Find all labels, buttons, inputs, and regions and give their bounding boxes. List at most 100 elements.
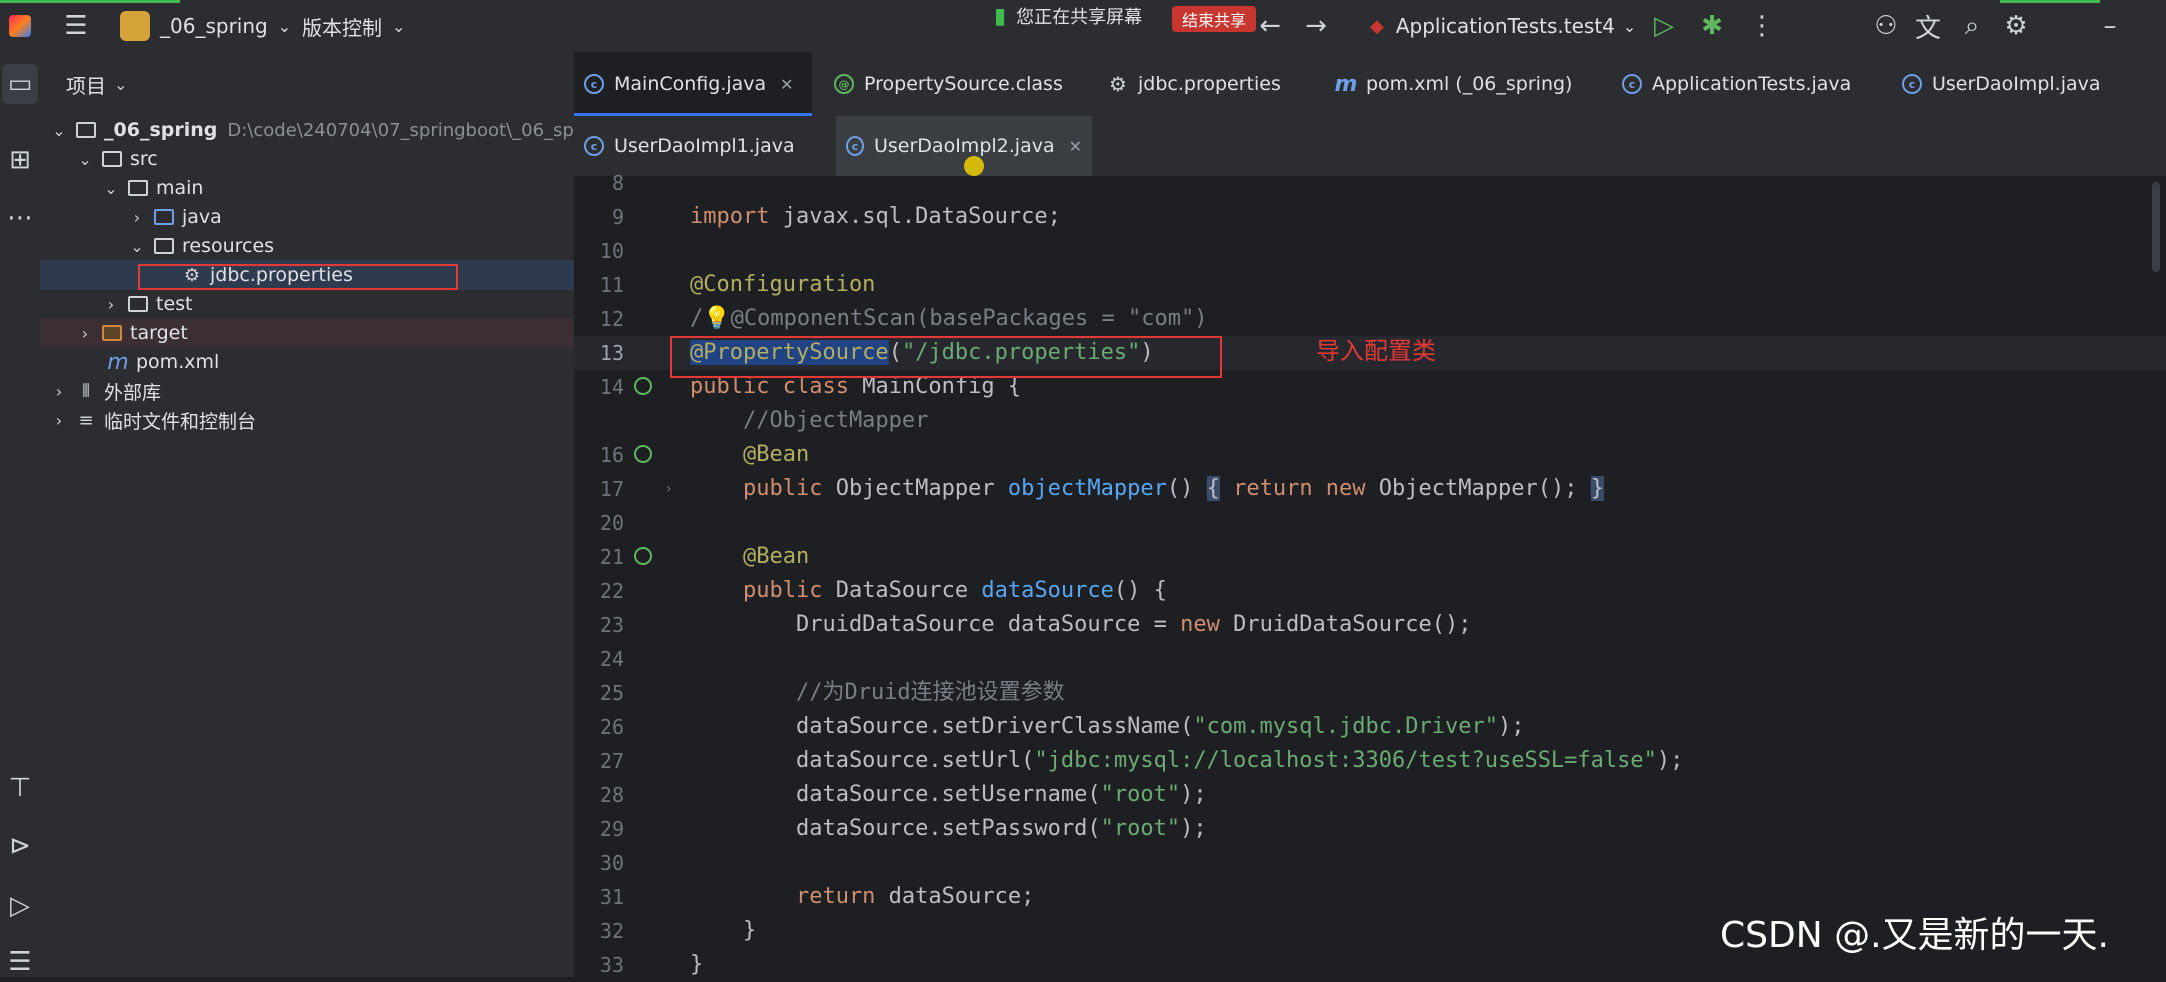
maven-icon: m — [1334, 71, 1358, 97]
code-line: 8 — [611, 171, 624, 195]
test-config-icon: ◆ — [1370, 15, 1384, 37]
more-tools-icon[interactable]: ⋯ — [0, 198, 40, 238]
editor-tabs-row-1: c MainConfig.java ✕ @ PropertySource.cla… — [574, 52, 2166, 116]
tab-jdbc-properties[interactable]: ⚙ jdbc.properties — [1098, 52, 1308, 116]
tab-mainconfig-java[interactable]: c MainConfig.java ✕ — [574, 52, 812, 116]
tab-userdaoimpl-java[interactable]: c UserDaoImpl.java — [1892, 52, 2152, 116]
chevron-down-icon[interactable]: ⌄ — [76, 150, 94, 169]
screen-share-status: ▮ 您正在共享屏幕 — [994, 3, 1143, 29]
module-icon — [74, 120, 98, 140]
close-icon[interactable]: ✕ — [780, 75, 793, 94]
class-icon: c — [846, 136, 864, 156]
services-tool-icon[interactable]: ⊳ — [0, 826, 40, 866]
tab-propertysource-class[interactable]: @ PropertySource.class — [824, 52, 1084, 116]
chevron-right-icon[interactable]: › — [102, 295, 120, 314]
back-icon[interactable]: ← — [1250, 0, 1290, 52]
tree-item-src[interactable]: ⌄ src — [40, 144, 574, 174]
vertical-scrollbar[interactable] — [2152, 182, 2160, 272]
chevron-right-icon[interactable]: › — [50, 382, 68, 401]
source-folder-icon — [152, 207, 176, 227]
tree-item-test[interactable]: › test — [40, 289, 574, 319]
class-icon: c — [584, 136, 604, 156]
code-line: 23 DruidDataSource dataSource = new Drui… — [599, 612, 1472, 637]
spring-bean-gutter-icon[interactable] — [634, 547, 656, 569]
minimize-icon[interactable]: – — [2090, 0, 2130, 52]
code-line: 22 public DataSource dataSource() { — [599, 578, 1167, 603]
code-line: 27 dataSource.setUrl("jdbc:mysql://local… — [599, 748, 1684, 773]
lightbulb-icon[interactable]: 💡 — [703, 306, 730, 331]
annotation-label: 导入配置类 — [1316, 337, 1436, 365]
settings-file-icon: ⚙ — [1109, 72, 1127, 96]
more-icon[interactable]: ⋮ — [1742, 0, 1782, 52]
highlight-box-property-source — [670, 336, 1222, 378]
folder-icon — [100, 149, 124, 169]
project-tool-icon[interactable]: ▭ — [2, 64, 38, 104]
settings-icon[interactable]: ⚙ — [1996, 0, 2036, 52]
code-line: 11 @Configuration — [599, 272, 876, 297]
library-icon: ⫴ — [82, 380, 90, 402]
run-config-selector[interactable]: ◆ ApplicationTests.test4 ⌄ — [1370, 0, 1636, 52]
editor-area: c MainConfig.java ✕ @ PropertySource.cla… — [574, 52, 2166, 977]
chevron-down-icon[interactable]: ⌄ — [102, 179, 120, 198]
class-icon: c — [1622, 74, 1642, 94]
scratches-icon: ≡ — [78, 409, 94, 431]
spring-bean-gutter-icon[interactable] — [634, 377, 656, 399]
search-icon[interactable]: ⌕ — [1952, 0, 1992, 52]
run-tool-icon[interactable]: ▷ — [0, 886, 40, 926]
tree-item-label: _06_spring — [104, 119, 218, 141]
vcs-menu[interactable]: 版本控制 ⌄ — [302, 0, 405, 52]
code-line: 9 import javax.sql.DataSource; — [611, 204, 1061, 229]
chevron-down-icon[interactable]: ⌄ — [50, 121, 68, 140]
tree-item-pom-xml[interactable]: m pom.xml — [40, 347, 574, 377]
tab-pom-xml[interactable]: m pom.xml (_06_spring) — [1326, 52, 1586, 116]
tree-item-main[interactable]: ⌄ main — [40, 173, 574, 203]
tree-item-target[interactable]: › target — [40, 318, 574, 348]
hamburger-icon[interactable]: ☰ — [56, 0, 96, 52]
tree-item-external-libraries[interactable]: › ⫴ 外部库 — [40, 376, 574, 406]
todo-tool-icon[interactable]: ☰ — [0, 942, 40, 982]
add-user-icon[interactable]: ⚇ — [1866, 0, 1906, 52]
translate-icon[interactable]: 文 — [1908, 0, 1948, 52]
tree-item-label: main — [156, 177, 204, 199]
tree-item-label: resources — [182, 235, 275, 257]
tab-applicationtests-java[interactable]: c ApplicationTests.java — [1612, 52, 1882, 116]
tree-item-label: src — [130, 148, 158, 170]
code-editor[interactable]: 8 9 import javax.sql.DataSource; 10 11 @… — [574, 171, 2166, 977]
chevron-right-icon[interactable]: › — [50, 411, 68, 430]
run-icon[interactable]: ▷ — [1644, 0, 1684, 52]
tree-item-label: 外部库 — [104, 381, 162, 404]
chevron-down-icon[interactable]: ⌄ — [128, 237, 146, 256]
structure-tool-icon[interactable]: ⊞ — [0, 140, 40, 180]
project-name: _06_spring — [160, 14, 268, 38]
tree-item-scratches[interactable]: › ≡ 临时文件和控制台 — [40, 405, 574, 435]
folder-icon — [126, 294, 150, 314]
chevron-down-icon: ⌄ — [114, 74, 128, 94]
folder-icon — [126, 178, 150, 198]
app-icon[interactable] — [0, 0, 40, 52]
spring-bean-gutter-icon[interactable] — [634, 445, 656, 467]
forward-icon[interactable]: → — [1296, 0, 1336, 52]
tree-item-resources[interactable]: ⌄ resources — [40, 231, 574, 261]
chevron-right-icon[interactable]: › — [128, 208, 146, 227]
project-panel-header[interactable]: 项目 ⌄ — [40, 52, 574, 116]
fold-expand-icon[interactable]: › — [666, 472, 672, 506]
run-config-label: ApplicationTests.test4 — [1395, 14, 1615, 38]
build-tool-icon[interactable]: ⊤ — [0, 768, 40, 808]
signal-icon: ▮ — [994, 3, 1007, 29]
chevron-right-icon[interactable]: › — [76, 324, 94, 343]
project-panel-title: 项目 — [66, 73, 106, 98]
tree-item-java[interactable]: › java — [40, 202, 574, 232]
code-line: //ObjectMapper — [690, 408, 929, 433]
close-icon[interactable]: ✕ — [1069, 137, 1082, 156]
stop-share-button[interactable]: 结束共享 — [1172, 6, 1257, 32]
chevron-down-icon: ⌄ — [1622, 16, 1637, 36]
debug-icon[interactable]: ✱ — [1692, 0, 1732, 52]
tree-item-label: target — [130, 322, 188, 344]
project-switcher[interactable]: _06_spring ⌄ — [120, 0, 291, 52]
annotation-icon: @ — [834, 74, 854, 94]
code-line: 17 › public ObjectMapper objectMapper() … — [574, 472, 2166, 506]
tree-item-label: java — [182, 206, 222, 228]
project-panel: 项目 ⌄ ⌄ _06_spring D:\code\240704\07_spri… — [40, 52, 575, 977]
tree-item-project-root[interactable]: ⌄ _06_spring D:\code\240704\07_springboo… — [40, 115, 574, 145]
project-path: D:\code\240704\07_springboot\_06_sp — [227, 119, 574, 141]
